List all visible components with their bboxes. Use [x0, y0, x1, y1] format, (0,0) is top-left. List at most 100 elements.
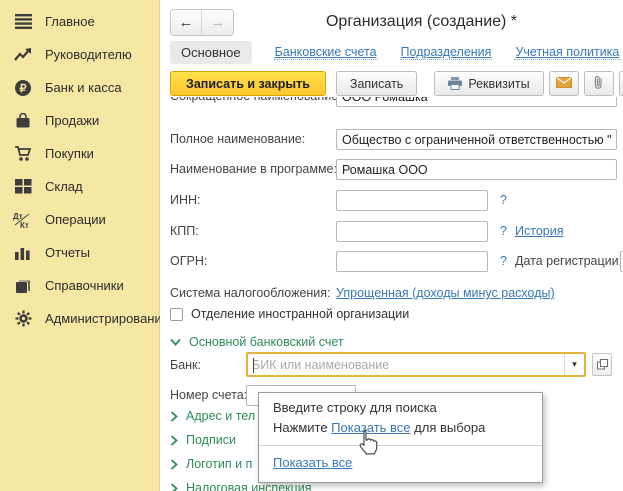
bank-input[interactable]	[248, 355, 564, 374]
full-name-input[interactable]	[336, 129, 617, 150]
short-name-input[interactable]	[336, 97, 617, 107]
ruble-icon: ₽	[13, 78, 33, 98]
tab-main[interactable]: Основное	[170, 41, 252, 64]
ogrn-label: ОГРН:	[170, 254, 207, 268]
full-name-row: Полное наименование:	[160, 129, 623, 151]
bank-row: Банк: ▾	[160, 352, 623, 378]
program-name-row: Наименование в программе:	[160, 159, 623, 181]
sidebar: Главное Руководителю ₽ Банк и касса Прод…	[0, 0, 160, 491]
sidebar-item-administration[interactable]: Администрирование	[0, 302, 160, 335]
bank-open-button[interactable]	[592, 353, 612, 376]
kpp-input[interactable]	[336, 221, 488, 242]
main-content: ← → Организация (создание) * Основное Ба…	[160, 0, 623, 491]
popup-show-all-link-wrap: Показать все	[273, 455, 352, 470]
tax-system-label: Система налогообложения:	[170, 286, 331, 300]
warehouse-icon	[13, 177, 33, 197]
short-name-label: Сокращенное наименование:	[170, 97, 342, 103]
details-button[interactable]: Реквизиты	[434, 71, 543, 96]
chevron-right-icon	[170, 483, 178, 491]
bank-section-header[interactable]: Основной банковский счет	[160, 331, 623, 353]
gear-icon	[13, 309, 33, 329]
text-caret	[253, 358, 254, 373]
chevron-right-icon	[170, 459, 178, 470]
sidebar-item-purchases[interactable]: Покупки	[0, 137, 160, 170]
bag-icon	[13, 111, 33, 131]
paperclip-icon	[594, 75, 603, 93]
foreign-branch-label: Отделение иностранной организации	[191, 307, 409, 321]
tab-bank-accounts[interactable]: Банковские счета	[274, 45, 378, 60]
dtkt-icon: ДтКт	[13, 210, 33, 230]
ogrn-input[interactable]	[336, 251, 488, 272]
section-label: Логотип и п	[186, 457, 252, 471]
chevron-right-icon	[170, 435, 178, 446]
app-window: Главное Руководителю ₽ Банк и касса Прод…	[0, 0, 623, 491]
trend-icon	[13, 45, 33, 65]
ogrn-help-link[interactable]: ?	[500, 254, 507, 268]
printer-icon	[448, 77, 462, 90]
sidebar-item-label: Главное	[45, 14, 95, 29]
sidebar-item-label: Руководителю	[45, 47, 132, 62]
inn-input[interactable]	[336, 190, 488, 211]
tab-departments[interactable]: Подразделения	[400, 45, 493, 60]
kpp-help-link[interactable]: ?	[500, 224, 507, 238]
inn-label: ИНН:	[170, 193, 201, 207]
bank-dropdown-button[interactable]: ▾	[564, 354, 584, 375]
save-and-close-button[interactable]: Записать и закрыть	[170, 71, 326, 96]
inn-row: ИНН: ?	[160, 190, 623, 212]
section-label: Подписи	[186, 433, 236, 447]
open-in-list-icon	[597, 359, 608, 370]
more-button-cut[interactable]: По	[619, 71, 623, 96]
sidebar-item-warehouse[interactable]: Склад	[0, 170, 160, 203]
bank-section-title: Основной банковский счет	[189, 335, 344, 349]
toolbar: Записать и закрыть Записать Реквизиты По	[170, 71, 623, 96]
hand-cursor-icon	[356, 429, 380, 460]
popup-hint-line1: Введите строку для поиска	[273, 400, 437, 415]
email-button[interactable]	[549, 71, 579, 96]
sidebar-item-bank-cash[interactable]: ₽ Банк и касса	[0, 71, 160, 104]
attachment-button[interactable]	[584, 71, 614, 96]
sidebar-item-sales[interactable]: Продажи	[0, 104, 160, 137]
sidebar-item-label: Операции	[45, 212, 106, 227]
foreign-branch-checkbox[interactable]	[170, 308, 183, 321]
books-icon	[13, 276, 33, 296]
popup-hint-line2-prefix: Нажмите	[273, 420, 331, 435]
sidebar-item-label: Продажи	[45, 113, 99, 128]
sidebar-item-label: Отчеты	[45, 245, 90, 260]
sidebar-item-label: Покупки	[45, 146, 94, 161]
bank-input-box: ▾	[246, 352, 586, 377]
tab-bar: Основное Банковские счета Подразделения …	[170, 41, 623, 64]
sidebar-item-directories[interactable]: Справочники	[0, 269, 160, 302]
save-button[interactable]: Записать	[336, 71, 417, 96]
sidebar-item-reports[interactable]: Отчеты	[0, 236, 160, 269]
svg-text:₽: ₽	[20, 83, 27, 95]
account-number-label: Номер счета:	[170, 388, 247, 402]
foreign-branch-row: Отделение иностранной организации	[160, 306, 623, 328]
chevron-right-icon	[170, 411, 178, 422]
kpp-history-link[interactable]: История	[515, 224, 563, 238]
full-name-label: Полное наименование:	[170, 132, 305, 146]
sidebar-item-label: Администрирование	[45, 311, 169, 326]
page-title: Организация (создание) *	[220, 13, 623, 31]
svg-text:Кт: Кт	[20, 221, 29, 229]
menu-icon	[13, 12, 33, 32]
bank-search-popup: Введите строку для поиска Нажмите Показа…	[258, 392, 543, 483]
sidebar-item-label: Справочники	[45, 278, 124, 293]
sidebar-item-operations[interactable]: ДтКт Операции	[0, 203, 160, 236]
ogrn-row: ОГРН: ? Дата регистрации:	[160, 251, 623, 273]
tab-accounting-policy[interactable]: Учетная политика	[514, 45, 620, 60]
reg-date-label: Дата регистрации:	[515, 254, 622, 268]
cart-icon	[13, 144, 33, 164]
back-button[interactable]: ←	[171, 10, 202, 35]
clipped-row-wrapper: Сокращенное наименование:	[160, 97, 623, 109]
bar-chart-icon	[13, 243, 33, 263]
tax-system-link[interactable]: Упрощенная (доходы минус расходы)	[336, 286, 555, 300]
sidebar-item-main[interactable]: Главное	[0, 5, 160, 38]
sidebar-item-manager[interactable]: Руководителю	[0, 38, 160, 71]
chevron-down-icon	[170, 338, 181, 346]
inn-help-link[interactable]: ?	[500, 193, 507, 207]
section-label: Адрес и тел	[186, 409, 255, 423]
popup-show-all-link[interactable]: Показать все	[273, 455, 352, 470]
program-name-input[interactable]	[336, 159, 617, 180]
sidebar-item-label: Склад	[45, 179, 83, 194]
program-name-label: Наименование в программе:	[170, 162, 337, 176]
